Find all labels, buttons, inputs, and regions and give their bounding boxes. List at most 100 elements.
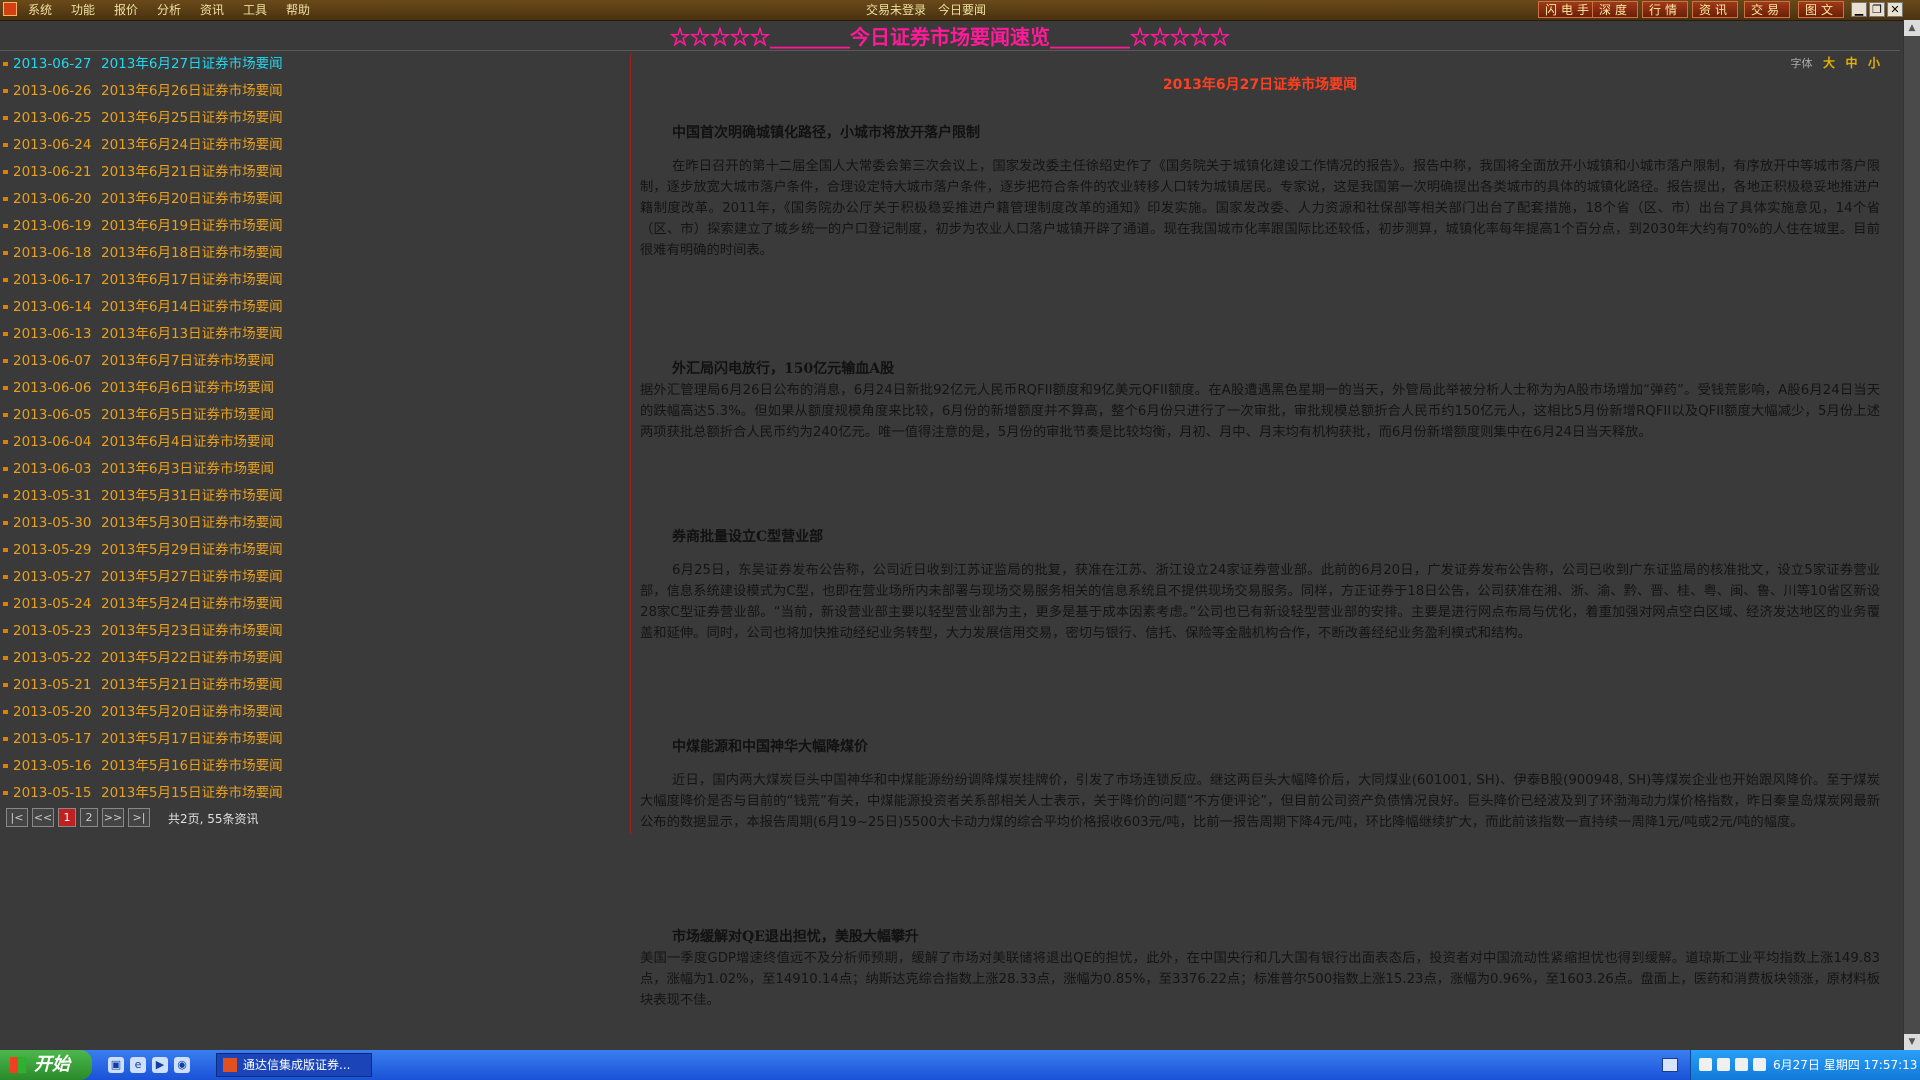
news-list-item[interactable]: 2013-06-24 2013年6月24日证券市场要闻 <box>0 135 630 162</box>
news-list-item[interactable]: 2013-05-24 2013年5月24日证券市场要闻 <box>0 594 630 621</box>
news-list-item[interactable]: 2013-05-30 2013年5月30日证券市场要闻 <box>0 513 630 540</box>
news-date[interactable]: 2013-06-20 <box>13 189 91 209</box>
news-list-item[interactable]: 2013-05-16 2013年5月16日证券市场要闻 <box>0 756 630 783</box>
minimize-icon[interactable]: ▁ <box>1851 2 1867 17</box>
news-title[interactable]: 2013年5月16日证券市场要闻 <box>101 756 283 776</box>
news-list-item[interactable]: 2013-05-21 2013年5月21日证券市场要闻 <box>0 675 630 702</box>
news-title[interactable]: 2013年6月17日证券市场要闻 <box>101 270 283 290</box>
news-date[interactable]: 2013-05-29 <box>13 540 91 560</box>
keyboard-icon[interactable] <box>1662 1058 1678 1072</box>
depth-button[interactable]: 深度 <box>1592 1 1639 18</box>
antivirus-icon[interactable] <box>1735 1058 1748 1071</box>
news-title[interactable]: 2013年6月7日证券市场要闻 <box>101 351 274 371</box>
news-title[interactable]: 2013年5月24日证券市场要闻 <box>101 594 283 614</box>
flash-trade-button[interactable]: 闪电手 <box>1538 1 1601 18</box>
news-date[interactable]: 2013-05-16 <box>13 756 91 776</box>
news-date[interactable]: 2013-06-07 <box>13 351 91 371</box>
menu-analysis[interactable]: 分析 <box>157 2 181 18</box>
news-list-item[interactable]: 2013-06-18 2013年6月18日证券市场要闻 <box>0 243 630 270</box>
news-title[interactable]: 2013年5月31日证券市场要闻 <box>101 486 283 506</box>
menu-quote[interactable]: 报价 <box>114 2 138 18</box>
news-title[interactable]: 2013年5月30日证券市场要闻 <box>101 513 283 533</box>
news-list-item[interactable]: 2013-06-06 2013年6月6日证券市场要闻 <box>0 378 630 405</box>
browser-icon[interactable]: e <box>130 1057 146 1073</box>
news-date[interactable]: 2013-05-17 <box>13 729 91 749</box>
news-list-item[interactable]: 2013-05-17 2013年5月17日证券市场要闻 <box>0 729 630 756</box>
news-title[interactable]: 2013年5月22日证券市场要闻 <box>101 648 283 668</box>
news-list-item[interactable]: 2013-06-25 2013年6月25日证券市场要闻 <box>0 108 630 135</box>
news-list-item[interactable]: 2013-05-15 2013年5月15日证券市场要闻 <box>0 783 630 810</box>
font-size-medium[interactable]: 中 <box>1845 56 1857 70</box>
page-1-button[interactable]: 1 <box>58 808 76 827</box>
news-title[interactable]: 2013年6月27日证券市场要闻 <box>101 54 283 74</box>
news-title[interactable]: 2013年5月23日证券市场要闻 <box>101 621 283 641</box>
first-page-button[interactable]: |< <box>6 808 28 827</box>
news-date[interactable]: 2013-05-27 <box>13 567 91 587</box>
menu-function[interactable]: 功能 <box>71 2 95 18</box>
news-title[interactable]: 2013年5月27日证券市场要闻 <box>101 567 283 587</box>
news-title[interactable]: 2013年5月20日证券市场要闻 <box>101 702 283 722</box>
market-button[interactable]: 行情 <box>1642 1 1689 18</box>
scroll-up-icon[interactable]: ▲ <box>1904 20 1920 36</box>
news-date[interactable]: 2013-06-13 <box>13 324 91 344</box>
vertical-scrollbar[interactable]: ▲ ▼ <box>1903 20 1920 1050</box>
prev-page-button[interactable]: << <box>32 808 54 827</box>
app-icon[interactable] <box>3 2 17 16</box>
news-title[interactable]: 2013年5月21日证券市场要闻 <box>101 675 283 695</box>
news-date[interactable]: 2013-06-03 <box>13 459 91 479</box>
today-news-label[interactable]: 今日要闻 <box>938 2 986 18</box>
news-title[interactable]: 2013年5月29日证券市场要闻 <box>101 540 283 560</box>
news-date[interactable]: 2013-06-05 <box>13 405 91 425</box>
restore-icon[interactable]: ❐ <box>1869 2 1885 17</box>
news-list-item[interactable]: 2013-06-03 2013年6月3日证券市场要闻 <box>0 459 630 486</box>
start-button[interactable]: 开始 <box>0 1050 92 1080</box>
news-date[interactable]: 2013-05-30 <box>13 513 91 533</box>
menu-help[interactable]: 帮助 <box>286 2 310 18</box>
news-title[interactable]: 2013年6月6日证券市场要闻 <box>101 378 274 398</box>
news-date[interactable]: 2013-06-24 <box>13 135 91 155</box>
news-date[interactable]: 2013-05-31 <box>13 486 91 506</box>
news-list-item[interactable]: 2013-05-27 2013年5月27日证券市场要闻 <box>0 567 630 594</box>
news-list-item[interactable]: 2013-06-14 2013年6月14日证券市场要闻 <box>0 297 630 324</box>
security-icon[interactable] <box>1717 1058 1730 1071</box>
show-desktop-icon[interactable]: ▣ <box>108 1057 124 1073</box>
messenger-icon[interactable]: ◉ <box>174 1057 190 1073</box>
news-title[interactable]: 2013年6月14日证券市场要闻 <box>101 297 283 317</box>
font-size-small[interactable]: 小 <box>1868 56 1880 70</box>
font-size-large[interactable]: 大 <box>1823 56 1835 70</box>
news-list-item[interactable]: 2013-05-29 2013年5月29日证券市场要闻 <box>0 540 630 567</box>
news-list-item[interactable]: 2013-06-07 2013年6月7日证券市场要闻 <box>0 351 630 378</box>
last-page-button[interactable]: >| <box>128 808 150 827</box>
menu-info[interactable]: 资讯 <box>200 2 224 18</box>
scroll-down-icon[interactable]: ▼ <box>1904 1034 1920 1050</box>
news-list-item[interactable]: 2013-06-20 2013年6月20日证券市场要闻 <box>0 189 630 216</box>
news-title[interactable]: 2013年6月18日证券市场要闻 <box>101 243 283 263</box>
news-list-item[interactable]: 2013-06-04 2013年6月4日证券市场要闻 <box>0 432 630 459</box>
news-title[interactable]: 2013年6月25日证券市场要闻 <box>101 108 283 128</box>
news-list-item[interactable]: 2013-05-31 2013年5月31日证券市场要闻 <box>0 486 630 513</box>
page-2-button[interactable]: 2 <box>80 808 98 827</box>
chart-text-button[interactable]: 图文 <box>1798 1 1845 18</box>
news-date[interactable]: 2013-06-04 <box>13 432 91 452</box>
news-title[interactable]: 2013年6月19日证券市场要闻 <box>101 216 283 236</box>
news-date[interactable]: 2013-06-27 <box>13 54 91 74</box>
news-date[interactable]: 2013-05-21 <box>13 675 91 695</box>
news-title[interactable]: 2013年6月24日证券市场要闻 <box>101 135 283 155</box>
news-title[interactable]: 2013年6月13日证券市场要闻 <box>101 324 283 344</box>
news-date[interactable]: 2013-05-22 <box>13 648 91 668</box>
clock[interactable]: 6月27日 星期四 17:57:13 <box>1773 1050 1917 1080</box>
news-date[interactable]: 2013-06-18 <box>13 243 91 263</box>
news-list-item[interactable]: 2013-06-26 2013年6月26日证券市场要闻 <box>0 81 630 108</box>
news-date[interactable]: 2013-05-20 <box>13 702 91 722</box>
news-date[interactable]: 2013-05-15 <box>13 783 91 803</box>
news-date[interactable]: 2013-06-06 <box>13 378 91 398</box>
menu-tools[interactable]: 工具 <box>243 2 267 18</box>
taskbar-app-button[interactable]: 通达信集成版证券... <box>216 1053 372 1077</box>
news-date[interactable]: 2013-06-14 <box>13 297 91 317</box>
media-player-icon[interactable]: ▶ <box>152 1057 168 1073</box>
close-icon[interactable]: ✕ <box>1887 2 1903 17</box>
next-page-button[interactable]: >> <box>102 808 124 827</box>
news-list-item[interactable]: 2013-06-27 2013年6月27日证券市场要闻 <box>0 54 630 81</box>
news-list-item[interactable]: 2013-06-17 2013年6月17日证券市场要闻 <box>0 270 630 297</box>
news-list-item[interactable]: 2013-06-21 2013年6月21日证券市场要闻 <box>0 162 630 189</box>
